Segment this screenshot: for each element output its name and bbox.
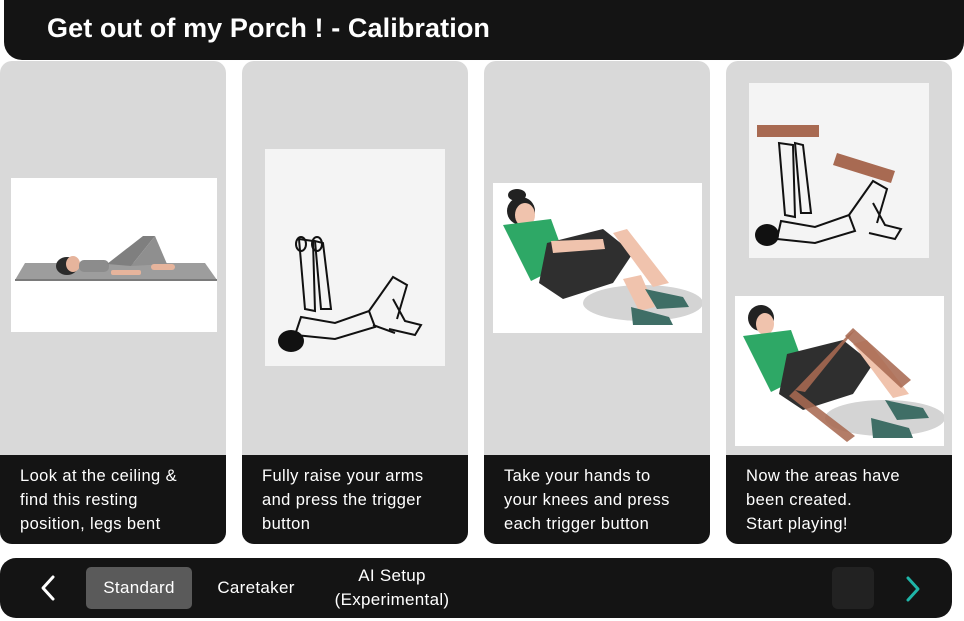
arms-raised-image bbox=[265, 149, 445, 366]
step-card-4: Now the areas have been created. Start p… bbox=[726, 61, 952, 544]
page-title: Get out of my Porch ! - Calibration bbox=[47, 13, 491, 43]
title-bar: Get out of my Porch ! - Calibration bbox=[4, 0, 964, 60]
arm-area-image bbox=[749, 83, 929, 258]
tab-ai-setup-line-1: AI Setup bbox=[358, 566, 426, 585]
chevron-left-icon[interactable] bbox=[34, 572, 64, 604]
step-card-2: Fully raise your arms and press the trig… bbox=[242, 61, 468, 544]
tab-ai-setup-line-2: (Experimental) bbox=[334, 590, 450, 609]
resting-position-image bbox=[11, 178, 217, 332]
step-card-3: Take your hands to your knees and press … bbox=[484, 61, 710, 544]
bottom-nav: Standard Caretaker AI Setup (Experimenta… bbox=[0, 558, 952, 618]
hands-on-knees-image bbox=[493, 183, 702, 333]
knee-area-image bbox=[735, 296, 944, 446]
blank-button[interactable] bbox=[832, 567, 874, 609]
tab-caretaker[interactable]: Caretaker bbox=[204, 567, 308, 609]
step-caption-3: Take your hands to your knees and press … bbox=[484, 455, 710, 544]
step-card-1: Look at the ceiling & find this resting … bbox=[0, 61, 226, 544]
chevron-right-icon[interactable] bbox=[898, 573, 928, 605]
step-caption-2: Fully raise your arms and press the trig… bbox=[242, 455, 468, 544]
step-caption-4: Now the areas have been created. Start p… bbox=[726, 455, 952, 544]
tab-ai-setup[interactable]: AI Setup (Experimental) bbox=[324, 564, 460, 612]
step-caption-1: Look at the ceiling & find this resting … bbox=[0, 455, 226, 544]
tab-standard[interactable]: Standard bbox=[86, 567, 192, 609]
